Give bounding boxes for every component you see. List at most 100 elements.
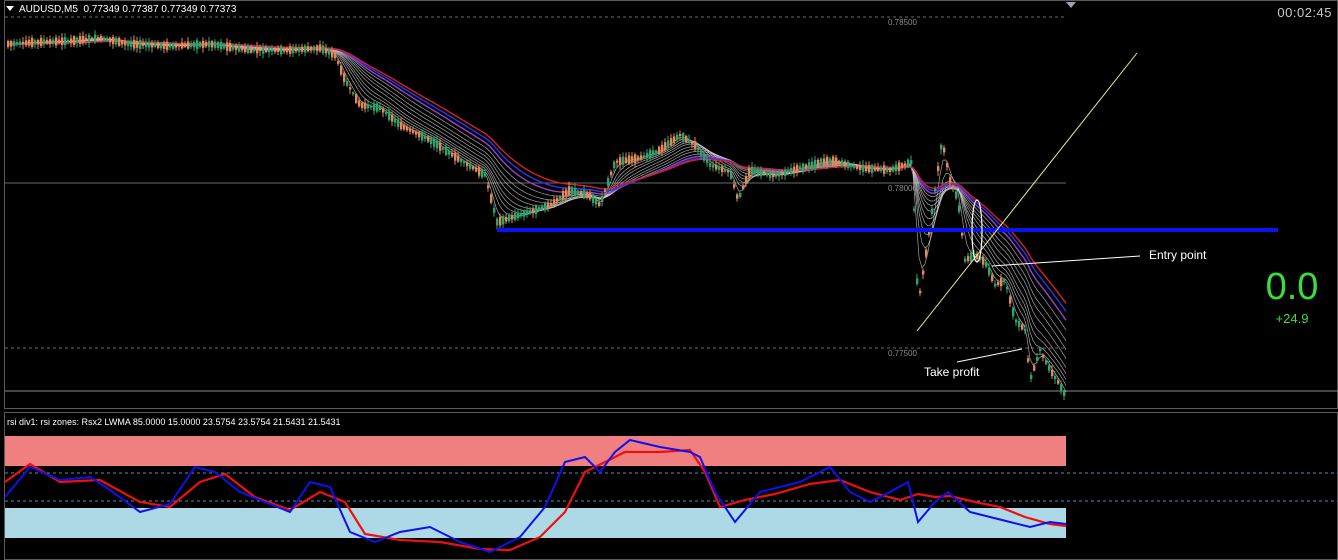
candle-body <box>1033 365 1036 371</box>
candle-body <box>25 40 28 46</box>
entry-point-label[interactable]: Entry point <box>1149 248 1206 262</box>
candle-body <box>352 92 355 95</box>
candle-body <box>1057 380 1060 384</box>
candle-body <box>448 150 451 155</box>
candle-body <box>517 212 520 219</box>
entry-pointer-line[interactable] <box>991 255 1141 267</box>
candle-body <box>862 164 865 172</box>
candle-body <box>757 169 760 175</box>
candle-body <box>367 104 370 109</box>
candle-body <box>793 166 796 174</box>
candle-body <box>100 35 103 41</box>
ma-line <box>7 40 1067 312</box>
candle-body <box>880 167 883 171</box>
candle-body <box>922 270 925 275</box>
candle-body <box>472 166 475 170</box>
scroll-marker-icon[interactable] <box>1066 2 1076 8</box>
chart-frame <box>4 0 1338 409</box>
candle-body <box>241 47 244 51</box>
candle-body <box>67 39 70 43</box>
candle-body <box>937 166 940 171</box>
candle-body <box>442 147 445 150</box>
candle-body <box>28 39 31 46</box>
candle-body <box>664 142 667 151</box>
candle-body <box>778 173 781 177</box>
candle-body <box>313 46 316 51</box>
rsi-header: rsi div1: rsi zones: Rsx2 LWMA 85.0000 1… <box>7 417 341 427</box>
candle-body <box>88 35 91 44</box>
candle-body <box>748 168 751 177</box>
candle-body <box>571 187 574 194</box>
candle-body <box>1027 358 1030 362</box>
candle-body <box>841 160 844 167</box>
candle-body <box>373 103 376 111</box>
candle-body <box>652 150 655 156</box>
candle-body <box>745 176 748 184</box>
candle-body <box>706 159 709 163</box>
candle-body <box>139 40 142 49</box>
candle-body <box>310 46 313 51</box>
candle-body <box>400 121 403 130</box>
candle-body <box>412 130 415 133</box>
candle-body <box>826 156 829 165</box>
take-profit-label[interactable]: Take profit <box>924 365 979 379</box>
candle-body <box>925 249 928 257</box>
candle-body <box>433 138 436 147</box>
candle-body <box>601 196 604 202</box>
candle-body <box>982 256 985 265</box>
candle-body <box>673 136 676 143</box>
candle-body <box>1063 391 1066 397</box>
candle-body <box>331 49 334 58</box>
ma-line <box>7 39 1067 350</box>
candle-body <box>97 37 100 40</box>
candle-body <box>535 205 538 214</box>
candle-body <box>7 40 10 47</box>
candle-body <box>265 47 268 53</box>
candle-body <box>451 152 454 157</box>
candle-body <box>31 38 34 47</box>
price-chart[interactable] <box>0 0 1338 410</box>
candle-body <box>616 160 619 163</box>
candle-body <box>991 275 994 281</box>
trend-line[interactable] <box>916 52 1138 332</box>
take-profit-pointer-line[interactable] <box>956 348 1023 363</box>
candle-body <box>286 47 289 53</box>
candle-body <box>1042 354 1045 358</box>
candle-body <box>40 37 43 47</box>
rsi-indicator-window[interactable] <box>0 412 1338 560</box>
candle-body <box>700 150 703 156</box>
candle-body <box>538 207 541 211</box>
candle-body <box>904 163 907 166</box>
candle-body <box>688 139 691 143</box>
candle-body <box>859 166 862 170</box>
candle-body <box>505 217 508 222</box>
candle-body <box>466 162 469 167</box>
candle-body <box>487 185 490 189</box>
candle-body <box>154 43 157 47</box>
candle-body <box>268 47 271 53</box>
candle-body <box>637 156 640 161</box>
dropdown-arrow-icon[interactable] <box>6 6 14 11</box>
candle-body <box>121 40 124 45</box>
candle-body <box>295 47 298 52</box>
candle-body <box>187 41 190 49</box>
candle-body <box>166 41 169 51</box>
candle-body <box>274 48 277 52</box>
candle-body <box>1051 369 1054 377</box>
candle-body <box>967 256 970 261</box>
candle-body <box>148 42 151 48</box>
candle-body <box>301 46 304 52</box>
ma-line <box>7 39 1067 359</box>
candle-body <box>868 164 871 173</box>
candle-body <box>694 141 697 149</box>
candle-body <box>679 133 682 137</box>
candle-body <box>769 171 772 179</box>
candle-body <box>22 41 25 45</box>
candle-body <box>598 202 601 207</box>
candle-body <box>211 41 214 48</box>
candle-body <box>445 146 448 156</box>
candle-body <box>667 140 670 148</box>
candle-body <box>196 40 199 49</box>
candle-body <box>334 51 337 59</box>
candle-body <box>763 171 766 175</box>
